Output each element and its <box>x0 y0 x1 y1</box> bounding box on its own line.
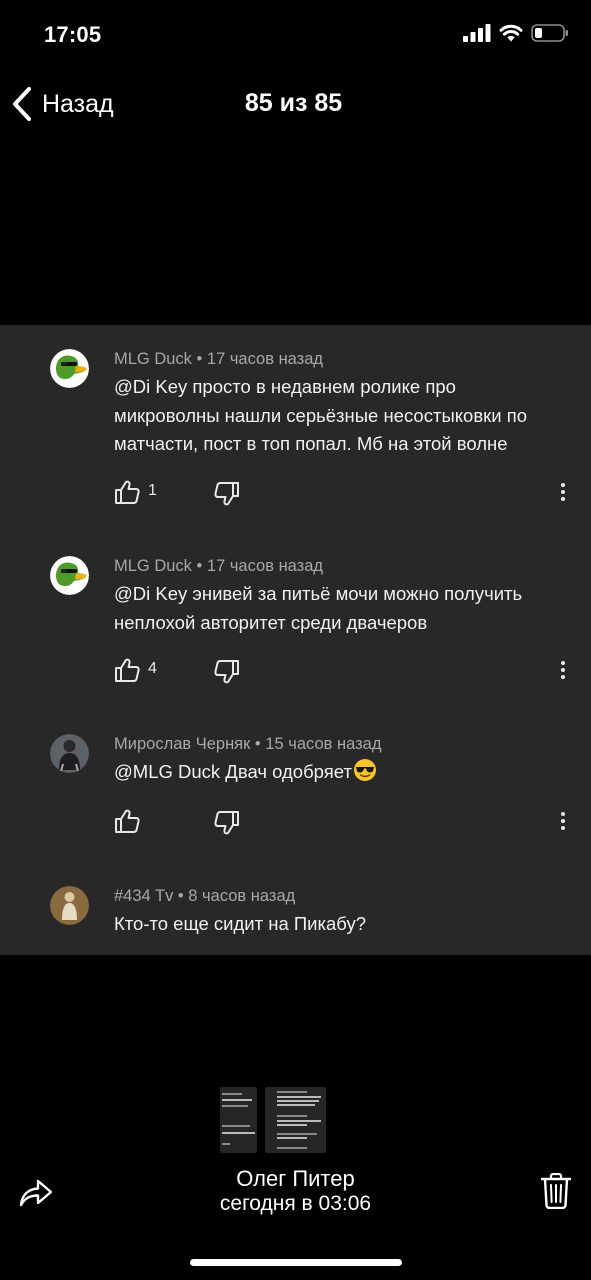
comment-text-line: матчасти, пост в топ попал. Мб на этой в… <box>114 433 508 454</box>
comment-text-content: @MLG Duck Двач одобряет <box>114 761 352 782</box>
comment-meta: Мирослав Черняк • 15 часов назад <box>114 735 382 753</box>
page-title: 85 из 85 <box>0 89 591 118</box>
comment-meta: #434 Tv • 8 часов назад <box>114 887 296 905</box>
cellular-signal-icon <box>463 24 491 42</box>
trash-icon[interactable] <box>541 1173 571 1209</box>
comment-time: 15 часов назад <box>265 735 382 753</box>
comment-text: @Di Key энивей за питьё мочи можно получ… <box>114 580 554 637</box>
photo-counter: 85 из 85 <box>244 89 343 117</box>
home-indicator[interactable] <box>190 1259 402 1266</box>
thumbnail[interactable] <box>220 1087 257 1153</box>
comment-text-line: @Di Key энивей за питьё мочи можно получ… <box>114 583 523 604</box>
figure-avatar-icon <box>50 886 89 925</box>
duck-avatar-icon <box>50 349 89 388</box>
more-options-icon[interactable] <box>556 808 570 834</box>
comment-text: @MLG Duck Двач одобряет <box>114 758 554 787</box>
comment-time: 17 часов назад <box>206 350 324 368</box>
like-count: 1 <box>148 482 157 499</box>
comment-author: MLG Duck <box>114 350 192 368</box>
status-icons <box>463 24 569 42</box>
thumbs-up-icon[interactable] <box>114 479 140 505</box>
thumbnail-current[interactable] <box>265 1087 326 1153</box>
sender-name: Олег Питер <box>236 1166 355 1191</box>
comment-text-line: @MLG Duck Двач одобряет <box>114 758 554 787</box>
comment-text: @Di Key просто в недавнем ролике про мик… <box>114 373 554 459</box>
comment-actions: 4 <box>0 657 591 687</box>
like-count: 4 <box>148 660 157 677</box>
comment-text-line: Кто-то еще сидит на Пикабу? <box>114 913 367 934</box>
comment-time: 17 часов назад <box>206 557 324 575</box>
thumbs-up-icon[interactable] <box>114 657 140 683</box>
comment-text-line: неплохой авторитет среди двачеров <box>114 611 428 633</box>
comment-text-line: микроволны нашли серьёзные несостыковки … <box>114 404 528 426</box>
comment-text-line: @Di Key просто в недавнем ролике про <box>114 376 456 397</box>
more-options-icon[interactable] <box>556 657 570 683</box>
comment-actions <box>0 808 591 838</box>
comment-actions: 1 <box>0 479 591 509</box>
photo-viewer[interactable]: MLG Duck • 17 часов назад @Di Key просто… <box>0 325 591 955</box>
sent-time: сегодня в 03:06 <box>219 1192 372 1215</box>
person-avatar-icon <box>50 734 89 773</box>
comment-time: 8 часов назад <box>188 887 296 905</box>
comment-meta: MLG Duck • 17 часов назад <box>114 350 324 368</box>
thumbnail-strip <box>220 1087 326 1153</box>
duck-avatar-icon <box>50 556 89 595</box>
more-options-icon[interactable] <box>556 479 570 505</box>
comment-author: #434 Tv <box>114 887 174 905</box>
comment-author: MLG Duck <box>114 557 192 575</box>
thumbs-down-icon[interactable] <box>214 659 240 685</box>
sunglasses-emoji-icon <box>353 759 376 781</box>
battery-icon <box>531 24 568 42</box>
status-time: 17:05 <box>44 22 102 47</box>
comment-text: Кто-то еще сидит на Пикабу? <box>114 910 554 939</box>
thumbs-up-icon[interactable] <box>114 808 140 834</box>
wifi-icon <box>499 24 523 42</box>
share-icon[interactable] <box>18 1175 54 1209</box>
thumbs-down-icon[interactable] <box>214 481 240 507</box>
thumbs-down-icon[interactable] <box>214 810 240 836</box>
comment-meta: MLG Duck • 17 часов назад <box>114 557 324 575</box>
comment-author: Мирослав Черняк <box>114 735 251 753</box>
